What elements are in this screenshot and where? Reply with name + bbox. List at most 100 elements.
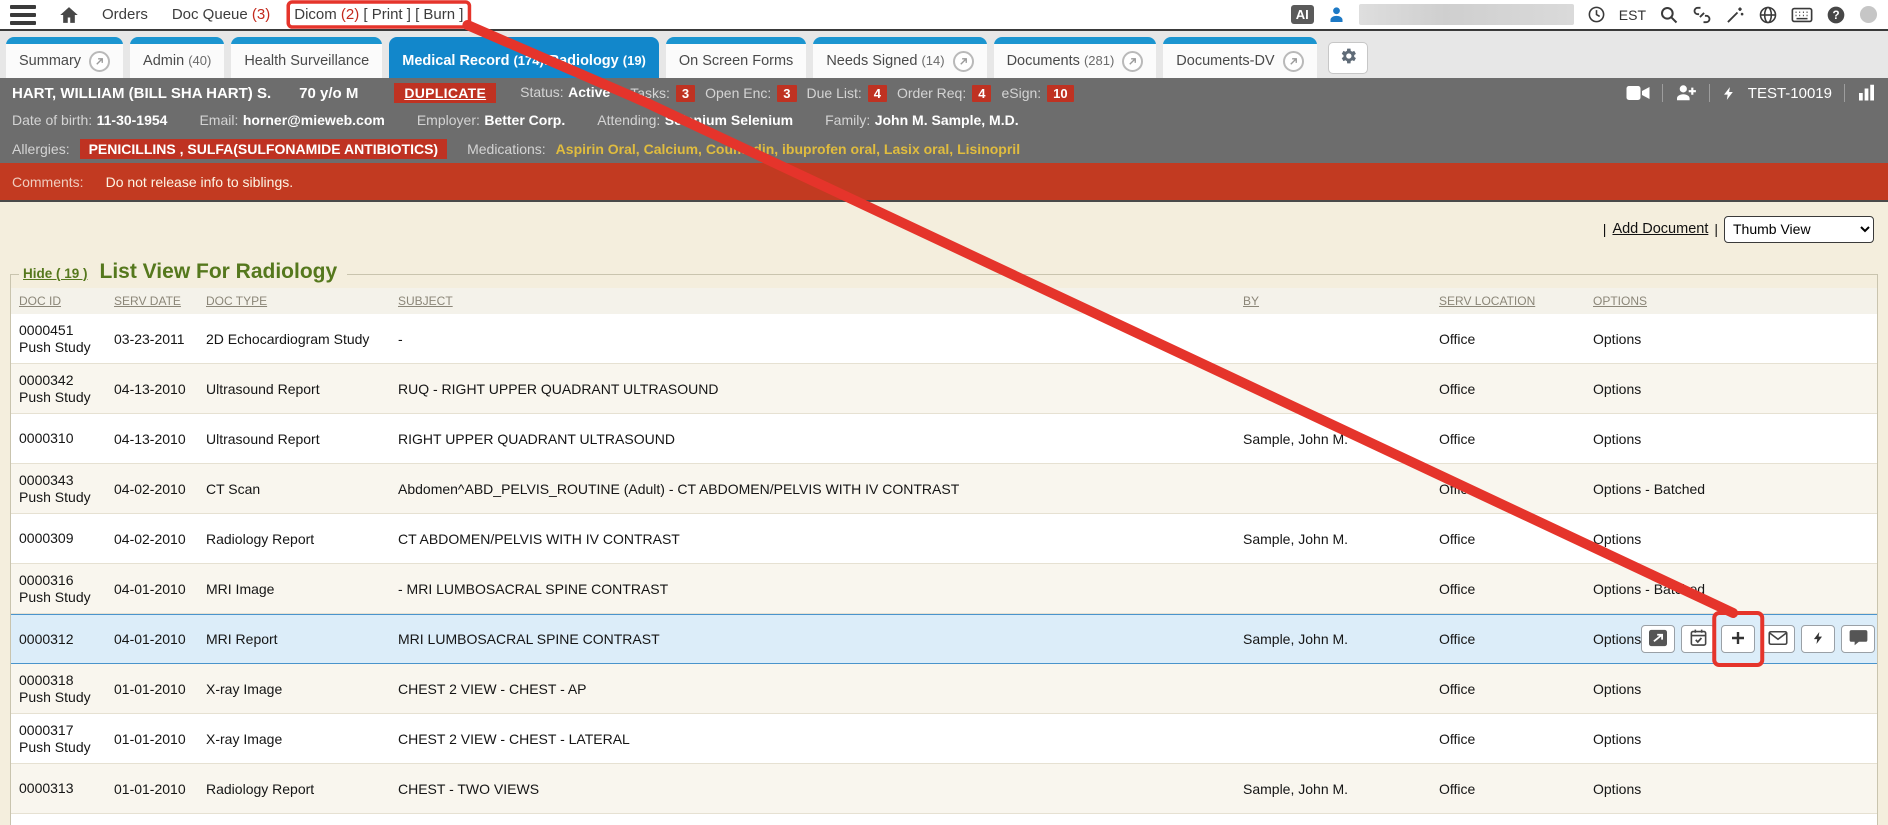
serv-location-cell: Office bbox=[1431, 731, 1585, 747]
document-row-0000310[interactable]: 000031004-13-2010Ultrasound ReportRIGHT … bbox=[11, 414, 1877, 464]
chart-tab-bar: SummaryAdmin (40)Health SurveillanceMedi… bbox=[0, 31, 1888, 78]
serv-date-cell: 04-01-2010 bbox=[106, 631, 198, 647]
document-row-0000100[interactable]: 000010011-06-2009Ultrasound ReportSeleni… bbox=[11, 814, 1877, 825]
hide-list-link[interactable]: Hide ( 19 ) bbox=[23, 266, 88, 281]
table-header-row: DOC IDSERV DATEDOC TYPESUBJECTBYSERV LOC… bbox=[11, 288, 1877, 314]
plus-button[interactable] bbox=[1721, 625, 1755, 653]
add-user-icon[interactable] bbox=[1675, 84, 1697, 102]
external-link-icon[interactable] bbox=[1283, 51, 1304, 72]
document-row-0000343[interactable]: 0000343Push Study04-02-2010CT ScanAbdome… bbox=[11, 464, 1877, 514]
gear-icon bbox=[1337, 46, 1359, 71]
medications-label: Medications: bbox=[467, 141, 546, 157]
bar-chart-icon[interactable] bbox=[1857, 84, 1876, 102]
document-row-0000316[interactable]: 0000316Push Study04-01-2010MRI Image- MR… bbox=[11, 564, 1877, 614]
demo-employer: Employer: Better Corp. bbox=[417, 112, 565, 130]
tab-health-surveillance[interactable]: Health Surveillance bbox=[231, 37, 382, 78]
thumb-view-select[interactable]: Thumb View bbox=[1724, 216, 1874, 243]
document-row-0000342[interactable]: 0000342Push Study04-13-2010Ultrasound Re… bbox=[11, 364, 1877, 414]
options-link[interactable]: Options bbox=[1593, 431, 1641, 447]
options-link[interactable]: Options bbox=[1593, 681, 1641, 697]
document-row-0000312[interactable]: 000031204-01-2010MRI ReportMRI LUMBOSACR… bbox=[11, 614, 1877, 664]
external-link-icon[interactable] bbox=[1122, 51, 1143, 72]
document-row-0000313[interactable]: 000031301-01-2010Radiology ReportCHEST -… bbox=[11, 764, 1877, 814]
tab-documents-dv[interactable]: Documents-DV bbox=[1163, 37, 1316, 78]
duplicate-badge[interactable]: DUPLICATE bbox=[394, 83, 496, 103]
column-header-by[interactable]: BY bbox=[1235, 294, 1431, 308]
ai-badge[interactable]: AI bbox=[1291, 5, 1314, 24]
by-cell: Sample, John M. bbox=[1235, 431, 1431, 447]
nav-item-orders[interactable]: Orders bbox=[102, 6, 148, 23]
options-link[interactable]: Options - Batched bbox=[1593, 481, 1705, 497]
options-cell: Options bbox=[1585, 681, 1877, 697]
nav-item-doc-queue[interactable]: Doc Queue (3) bbox=[172, 6, 270, 23]
keyboard-icon[interactable] bbox=[1791, 6, 1813, 24]
top-nav: Orders Doc Queue (3) Dicom (2) [ Print ] [… bbox=[0, 0, 1888, 31]
lightning-button[interactable] bbox=[1801, 625, 1835, 653]
help-icon[interactable]: ? bbox=[1826, 5, 1846, 25]
document-row-0000451[interactable]: 0000451Push Study03-23-20112D Echocardio… bbox=[11, 314, 1877, 364]
link-icon[interactable] bbox=[1692, 5, 1712, 25]
document-row-0000317[interactable]: 0000317Push Study01-01-2010X-ray ImageCH… bbox=[11, 714, 1877, 764]
nav-item-dicom[interactable]: Dicom (2) [ Print ] [ Burn ] bbox=[294, 6, 463, 23]
home-icon[interactable] bbox=[58, 5, 80, 25]
tab-needs-signed[interactable]: Needs Signed (14) bbox=[813, 37, 986, 78]
column-header-serv-location[interactable]: SERV LOCATION bbox=[1431, 294, 1585, 308]
counter-badge[interactable]: 3 bbox=[777, 85, 796, 102]
counter-badge[interactable]: 4 bbox=[972, 85, 991, 102]
document-row-0000309[interactable]: 000030904-02-2010Radiology ReportCT ABDO… bbox=[11, 514, 1877, 564]
by-cell: Sample, John M. bbox=[1235, 531, 1431, 547]
video-camera-icon[interactable] bbox=[1626, 84, 1650, 102]
column-header-doc-type[interactable]: DOC TYPE bbox=[198, 294, 390, 308]
search-icon[interactable] bbox=[1659, 5, 1679, 25]
demo-email: Email: horner@mieweb.com bbox=[199, 112, 384, 130]
envelope-icon bbox=[1768, 630, 1788, 649]
tab-summary[interactable]: Summary bbox=[6, 37, 123, 78]
external-link-icon[interactable] bbox=[89, 51, 110, 72]
options-cell: Options bbox=[1585, 331, 1877, 347]
options-link[interactable]: Options - Batched bbox=[1593, 581, 1705, 597]
column-header-doc-id[interactable]: DOC ID bbox=[11, 294, 106, 308]
options-link[interactable]: Options bbox=[1593, 531, 1641, 547]
options-link[interactable]: Options bbox=[1593, 631, 1641, 647]
doc-type-cell: X-ray Image bbox=[198, 731, 390, 747]
counter-badge[interactable]: 4 bbox=[868, 85, 887, 102]
counter-badge[interactable]: 10 bbox=[1047, 85, 1073, 102]
allergies-value[interactable]: PENICILLINS , SULFA(SULFONAMIDE ANTIBIOT… bbox=[80, 139, 447, 159]
column-header-options[interactable]: OPTIONS bbox=[1585, 294, 1877, 308]
hamburger-menu-icon[interactable] bbox=[10, 5, 36, 25]
quick-action-lightning-icon[interactable] bbox=[1722, 84, 1736, 103]
subject-cell: Abdomen^ABD_PELVIS_ROUTINE (Adult) - CT … bbox=[390, 481, 1235, 497]
wand-icon[interactable] bbox=[1725, 5, 1745, 25]
counter-badge[interactable]: 3 bbox=[676, 85, 695, 102]
patient-name: HART, WILLIAM (BILL SHA HART) S. bbox=[12, 85, 271, 102]
column-header-subject[interactable]: SUBJECT bbox=[390, 294, 1235, 308]
tab-admin[interactable]: Admin (40) bbox=[130, 37, 224, 78]
tab-documents[interactable]: Documents (281) bbox=[994, 37, 1157, 78]
comment-button[interactable] bbox=[1841, 625, 1875, 653]
options-link[interactable]: Options bbox=[1593, 781, 1641, 797]
clock-icon[interactable] bbox=[1587, 5, 1606, 24]
envelope-button[interactable] bbox=[1761, 625, 1795, 653]
serv-date-cell: 04-02-2010 bbox=[106, 531, 198, 547]
add-document-link[interactable]: Add Document bbox=[1612, 221, 1708, 237]
tab-settings-gear-button[interactable] bbox=[1328, 42, 1368, 74]
serv-date-cell: 01-01-2010 bbox=[106, 781, 198, 797]
column-header-serv-date[interactable]: SERV DATE bbox=[106, 294, 198, 308]
doc-type-cell: X-ray Image bbox=[198, 681, 390, 697]
document-row-0000318[interactable]: 0000318Push Study01-01-2010X-ray ImageCH… bbox=[11, 664, 1877, 714]
doc-id-cell: 0000451Push Study bbox=[11, 322, 106, 356]
serv-date-cell: 01-01-2010 bbox=[106, 731, 198, 747]
options-link[interactable]: Options bbox=[1593, 731, 1641, 747]
external-link-icon[interactable] bbox=[953, 51, 974, 72]
calendar-check-icon bbox=[1689, 628, 1708, 650]
image-viewer-button[interactable] bbox=[1641, 625, 1675, 653]
medications-list[interactable]: Aspirin Oral, Calcium, Coumadin, ibuprof… bbox=[556, 141, 1020, 157]
user-icon[interactable] bbox=[1327, 5, 1346, 24]
calendar-check-button[interactable] bbox=[1681, 625, 1715, 653]
options-link[interactable]: Options bbox=[1593, 331, 1641, 347]
tab-on-screen-forms[interactable]: On Screen Forms bbox=[666, 37, 806, 78]
table-body: 0000451Push Study03-23-20112D Echocardio… bbox=[11, 314, 1877, 825]
options-link[interactable]: Options bbox=[1593, 381, 1641, 397]
globe-icon[interactable] bbox=[1758, 5, 1778, 25]
tab-medical-record[interactable]: Medical Record (174):Radiology (19) bbox=[389, 37, 659, 78]
